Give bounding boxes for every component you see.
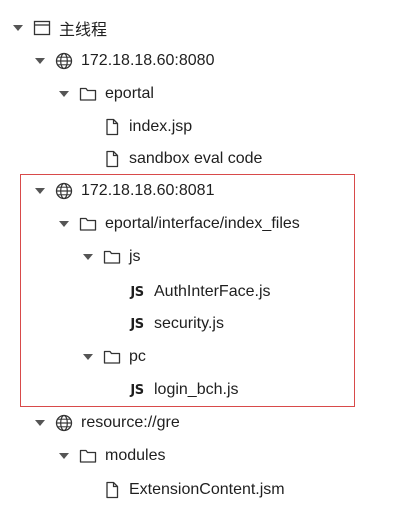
window-icon [32, 18, 52, 38]
tree-item-label: 172.18.18.60:8081 [81, 182, 215, 199]
tree-item-label: eportal/interface/index_files [105, 215, 300, 232]
tree-item-file-authinterface[interactable]: JS AuthInterFace.js [127, 277, 271, 307]
tree-item-label: ExtensionContent.jsm [129, 481, 285, 498]
tree-item-label: login_bch.js [154, 381, 239, 398]
tree-item-file-index-jsp[interactable]: index.jsp [102, 112, 192, 142]
tree-item-main-thread[interactable]: 主线程 [10, 13, 107, 43]
tree-item-host-8080[interactable]: 172.18.18.60:8080 [32, 46, 214, 76]
folder-icon [78, 84, 98, 104]
globe-icon [54, 181, 74, 201]
tree-item-label: modules [105, 447, 166, 464]
tree-item-file-sandbox-eval[interactable]: sandbox eval code [102, 144, 262, 174]
tree-item-label: sandbox eval code [129, 150, 263, 167]
chevron-down-icon[interactable] [32, 415, 48, 431]
tree-item-folder-eportal[interactable]: eportal [56, 79, 154, 109]
folder-icon [78, 446, 98, 466]
chevron-down-icon[interactable] [56, 86, 72, 102]
js-file-badge: JS [130, 284, 144, 300]
tree-item-file-login-bch[interactable]: JS login_bch.js [127, 375, 239, 405]
tree-item-label: 172.18.18.60:8080 [81, 52, 215, 69]
tree-item-file-security[interactable]: JS security.js [127, 309, 224, 339]
folder-icon [78, 214, 98, 234]
tree-item-file-extension-content[interactable]: ExtensionContent.jsm [102, 475, 285, 505]
tree-item-folder-js[interactable]: js [80, 242, 141, 272]
chevron-down-icon[interactable] [32, 183, 48, 199]
tree-item-folder-pc[interactable]: pc [80, 342, 146, 372]
tree-item-folder-index-files[interactable]: eportal/interface/index_files [56, 209, 300, 239]
chevron-down-icon[interactable] [56, 448, 72, 464]
globe-icon [54, 51, 74, 71]
tree-item-folder-modules[interactable]: modules [56, 441, 165, 471]
tree-item-label: resource://gre [81, 414, 180, 431]
tree-item-host-8081[interactable]: 172.18.18.60:8081 [32, 176, 214, 206]
tree-item-label: index.jsp [129, 118, 193, 135]
folder-icon [102, 347, 122, 367]
js-file-badge: JS [130, 382, 144, 398]
chevron-down-icon[interactable] [56, 216, 72, 232]
tree-item-label: AuthInterFace.js [154, 283, 271, 300]
file-icon [102, 149, 122, 169]
tree-item-label: 主线程 [59, 22, 108, 39]
tree-item-host-resource-gre[interactable]: resource://gre [32, 408, 180, 438]
tree-item-label: eportal [105, 85, 154, 102]
globe-icon [54, 413, 74, 433]
tree-item-label: pc [129, 348, 146, 365]
folder-icon [102, 247, 122, 267]
chevron-down-icon[interactable] [80, 349, 96, 365]
file-icon [102, 480, 122, 500]
chevron-down-icon[interactable] [32, 53, 48, 69]
chevron-down-icon[interactable] [80, 249, 96, 265]
js-file-badge: JS [130, 316, 144, 332]
tree-item-label: js [129, 248, 141, 265]
tree-item-label: security.js [154, 315, 224, 332]
chevron-down-icon[interactable] [10, 20, 26, 36]
file-icon [102, 117, 122, 137]
